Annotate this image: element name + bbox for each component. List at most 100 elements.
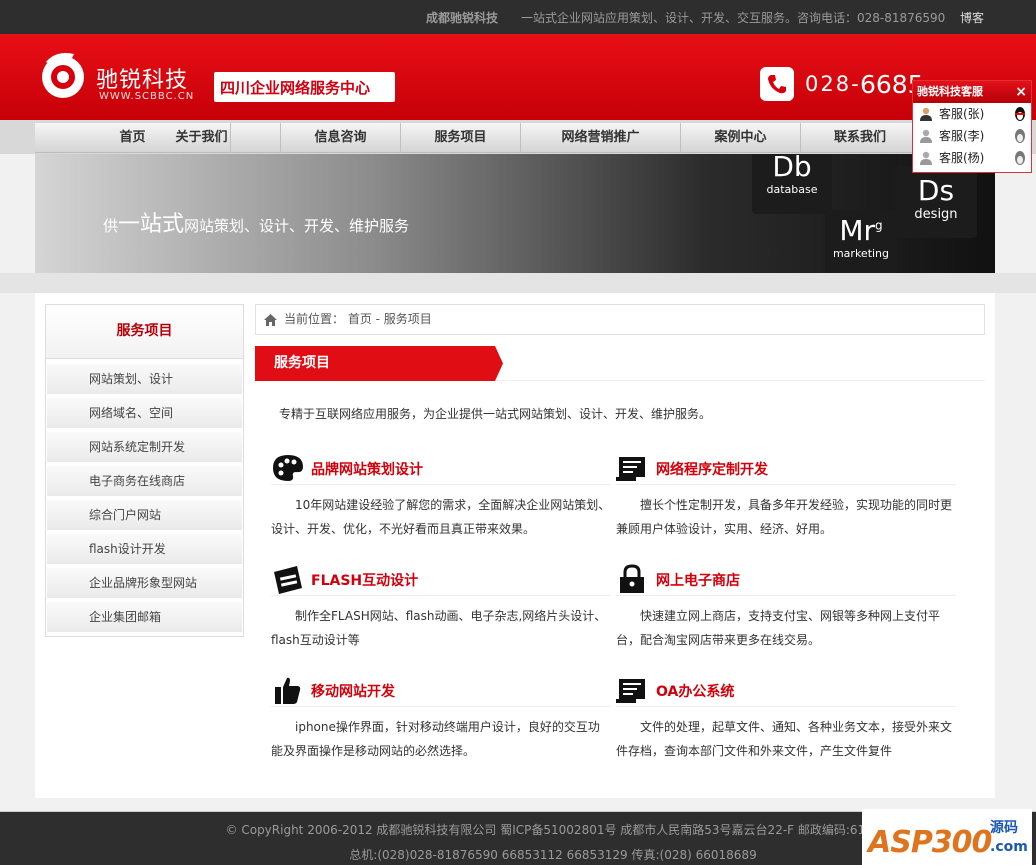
nav-item-about[interactable]: 关于我们	[123, 123, 281, 153]
document-scroll-icon	[616, 679, 645, 703]
sidebar-title: 服务项目	[46, 305, 243, 359]
service-card: 移动网站开发 iphone操作界面，针对移动终端用户设计，良好的交互功能及界面操…	[271, 675, 611, 763]
content-area: 当前位置： 首页 - 服务项目 服务项目 专精于互联网络应用服务，为企业提供一站…	[255, 304, 985, 758]
top-bar: 成都驰锐科技 一站式企业网站应用策划、设计、开发、交互服务。咨询电话：028-8…	[0, 0, 1036, 34]
sidebar-item-ecommerce[interactable]: 电子商务在线商店	[47, 466, 242, 496]
service-head: 品牌网站策划设计	[271, 453, 611, 485]
qq-penguin-icon[interactable]	[1013, 150, 1027, 166]
watermark-tag1: 源码	[990, 820, 1018, 836]
sidebar-list: 网站策划、设计 网络域名、空间 网站系统定制开发 电子商务在线商店 综合门户网站…	[46, 359, 243, 632]
service-title[interactable]: 网上电子商店	[656, 570, 740, 590]
logo-text[interactable]: 驰锐科技	[96, 62, 188, 94]
tile-marketing-abbr: Mrg	[825, 214, 897, 247]
service-desc: 10年网站建设经验了解您的需求，全面解决企业网站策划、设计、开发、优化，不光好看…	[271, 498, 611, 536]
slogan-badge: 四川企业网络服务中心	[214, 72, 395, 102]
blog-link[interactable]: 博客	[960, 9, 984, 26]
qq-penguin-icon[interactable]	[1013, 106, 1027, 122]
section-title: 服务项目	[255, 346, 503, 381]
sidebar-item-portal[interactable]: 综合门户网站	[47, 500, 242, 530]
sidebar: 服务项目 网站策划、设计 网络域名、空间 网站系统定制开发 电子商务在线商店 综…	[45, 304, 244, 637]
service-title[interactable]: 品牌网站策划设计	[311, 459, 423, 479]
top-tagline: 一站式企业网站应用策划、设计、开发、交互服务。咨询电话：028-81876590	[521, 11, 946, 25]
service-title[interactable]: OA办公系统	[656, 681, 734, 701]
hero-banner: 供一站式网站策划、设计、开发、维护服务 Db database Ds desig…	[35, 154, 995, 273]
cs-agent-name: 客服(杨)	[939, 151, 985, 165]
close-icon[interactable]: ×	[1015, 81, 1027, 103]
banner-suffix: 网站策划、设计、开发、维护服务	[184, 217, 410, 235]
service-desc: 文件的处理，起草文件、通知、各种业务文本，接受外来文件存档，查询本部门文件和外来…	[616, 720, 953, 758]
service-title[interactable]: 网络程序定制开发	[656, 459, 768, 479]
banner-prefix: 供	[103, 217, 119, 235]
service-head: 移动网站开发	[271, 675, 611, 707]
phone-icon	[760, 67, 794, 101]
service-desc: 快速建立网上商店，支持支付宝、网银等多种网上支付平台，配合淘宝网店带来更多在线交…	[616, 609, 941, 647]
cs-agent-row[interactable]: 客服(张)	[913, 103, 1031, 125]
cs-title: 驰锐科技客服	[917, 85, 983, 98]
cs-agent-row[interactable]: 客服(李)	[913, 125, 1031, 147]
service-head: OA办公系统	[616, 675, 956, 707]
tile-marketing: Mrg marketing	[825, 210, 897, 273]
cs-header: 驰锐科技客服 ×	[913, 81, 1031, 103]
person-icon	[920, 129, 932, 143]
breadcrumb-label: 当前位置：	[284, 312, 345, 326]
tile-database-word: database	[766, 183, 818, 196]
tile-database: Db database	[752, 154, 832, 214]
phone-prefix: 028-	[805, 72, 861, 96]
logo-url: WWW.SCBBC.CN	[99, 91, 195, 102]
section-header: 服务项目	[255, 346, 985, 381]
palette-icon	[273, 455, 303, 481]
service-head: FLASH互动设计	[271, 564, 611, 596]
service-card: 网上电子商店 快速建立网上商店，支持支付宝、网银等多种网上支付平台，配合淘宝网店…	[616, 564, 956, 652]
tile-database-abbr: Db	[772, 154, 812, 183]
person-icon	[920, 107, 932, 121]
tile-design: Ds design	[895, 166, 977, 238]
customer-service-widget: 驰锐科技客服 × 客服(张) 客服(李) 客服(杨)	[912, 80, 1032, 173]
tile-design-abbr: Ds	[917, 174, 955, 207]
sidebar-item-brand-site[interactable]: 企业品牌形象型网站	[47, 568, 242, 598]
top-brand: 成都驰锐科技	[426, 11, 499, 25]
watermark-brand: ASP300	[868, 825, 992, 860]
flash-card-icon	[274, 566, 302, 594]
service-card: 品牌网站策划设计 10年网站建设经验了解您的需求，全面解决企业网站策划、设计、开…	[271, 453, 611, 541]
banner-slogan: 供一站式网站策划、设计、开发、维护服务	[103, 206, 409, 238]
sidebar-item-email[interactable]: 企业集团邮箱	[47, 602, 242, 632]
breadcrumb: 当前位置： 首页 - 服务项目	[255, 304, 985, 335]
tile-marketing-word: marketing	[832, 247, 890, 260]
code-scroll-icon	[616, 457, 645, 481]
nav-item-marketing[interactable]: 网络营销推广	[521, 123, 681, 153]
sidebar-item-planning[interactable]: 网站策划、设计	[47, 364, 242, 394]
cs-agent-row[interactable]: 客服(杨)	[913, 147, 1031, 169]
person-icon	[920, 151, 932, 165]
service-title[interactable]: FLASH互动设计	[311, 570, 418, 590]
nav-item-services[interactable]: 服务项目	[401, 123, 521, 153]
lock-icon	[620, 564, 644, 593]
banner-highlight: 一站式	[118, 212, 185, 237]
service-desc: 制作全FLASH网站、flash动画、电子杂志,网络片头设计、flash互动设计…	[271, 609, 607, 647]
sub-band	[0, 273, 1036, 293]
home-icon	[264, 314, 277, 326]
nav-item-info[interactable]: 信息咨询	[281, 123, 401, 153]
nav-item-contact[interactable]: 联系我们	[801, 123, 919, 153]
service-title[interactable]: 移动网站开发	[311, 681, 395, 701]
service-desc: 擅长个性定制开发，具备多年开发经验，实现功能的同时更兼顾用户体验设计，实用、经济…	[616, 498, 953, 536]
cs-agent-name: 客服(李)	[939, 129, 985, 143]
main-nav: 首页 关于我们 信息咨询 服务项目 网络营销推广 案例中心 联系我们	[35, 123, 995, 153]
main-panel: 服务项目 网站策划、设计 网络域名、空间 网站系统定制开发 电子商务在线商店 综…	[35, 293, 995, 798]
asp300-watermark: ASP300 源码 .com	[862, 809, 1032, 865]
nav-item-cases[interactable]: 案例中心	[681, 123, 801, 153]
service-card: OA办公系统 文件的处理，起草文件、通知、各种业务文本，接受外来文件存档，查询本…	[616, 675, 956, 763]
tile-marketing-abbr-main: Mr	[839, 214, 876, 247]
sidebar-item-custom-dev[interactable]: 网站系统定制开发	[47, 432, 242, 462]
breadcrumb-path[interactable]: 首页 - 服务项目	[348, 312, 432, 326]
header: 驰锐科技 WWW.SCBBC.CN 四川企业网络服务中心 028- 6685	[0, 34, 1036, 120]
qq-penguin-icon[interactable]	[1013, 128, 1027, 144]
tile-marketing-abbr-sup: g	[875, 218, 883, 233]
service-card: 网络程序定制开发 擅长个性定制开发，具备多年开发经验，实现功能的同时更兼顾用户体…	[616, 453, 956, 541]
logo-mark-icon[interactable]	[40, 48, 86, 102]
service-head: 网络程序定制开发	[616, 453, 956, 485]
tile-design-word: design	[914, 207, 958, 222]
cs-agent-name: 客服(张)	[939, 107, 985, 121]
sidebar-item-flash[interactable]: flash设计开发	[47, 534, 242, 564]
service-card: FLASH互动设计 制作全FLASH网站、flash动画、电子杂志,网络片头设计…	[271, 564, 611, 652]
sidebar-item-domain[interactable]: 网络域名、空间	[47, 398, 242, 428]
